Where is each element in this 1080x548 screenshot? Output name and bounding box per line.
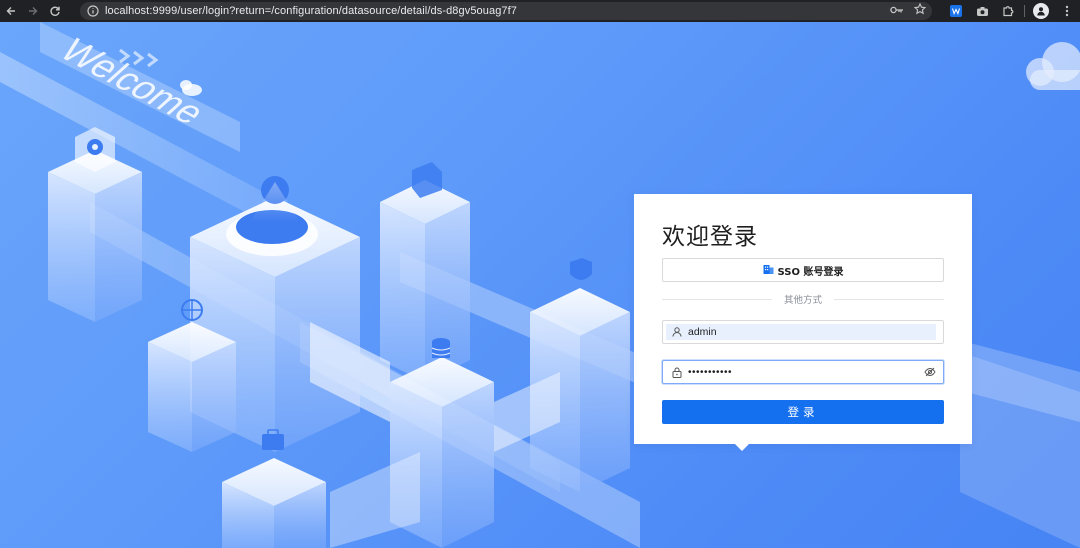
camera-icon[interactable] bbox=[969, 0, 995, 22]
extension-w-icon[interactable] bbox=[943, 0, 969, 22]
password-key-icon[interactable] bbox=[890, 2, 904, 20]
address-bar[interactable]: localhost:9999/user/login?return=/config… bbox=[80, 2, 932, 20]
user-icon bbox=[669, 327, 685, 337]
login-card: 欢迎登录 SSO 账号登录 其他方式 admin ••••••••••• 登录 bbox=[634, 194, 972, 451]
login-submit-label: 登录 bbox=[787, 405, 819, 419]
divider-text: 其他方式 bbox=[784, 295, 823, 306]
forward-icon[interactable] bbox=[22, 0, 44, 22]
bookmark-star-icon[interactable] bbox=[913, 2, 927, 20]
site-info-icon[interactable] bbox=[85, 3, 101, 19]
sso-login-button[interactable]: SSO 账号登录 bbox=[662, 258, 944, 282]
sso-login-label: SSO 账号登录 bbox=[777, 266, 844, 278]
username-input[interactable]: admin bbox=[688, 326, 717, 338]
browser-toolbar: localhost:9999/user/login?return=/config… bbox=[0, 0, 1080, 22]
username-field[interactable]: admin bbox=[662, 320, 944, 344]
password-field[interactable]: ••••••••••• bbox=[662, 360, 944, 384]
url-text: localhost:9999/user/login?return=/config… bbox=[105, 5, 518, 17]
extensions-puzzle-icon[interactable] bbox=[995, 0, 1021, 22]
toolbar-separator bbox=[1024, 5, 1025, 17]
other-methods-divider: 其他方式 bbox=[662, 292, 945, 306]
profile-icon[interactable] bbox=[1028, 0, 1054, 22]
reload-icon[interactable] bbox=[44, 0, 66, 22]
login-submit-button[interactable]: 登录 bbox=[662, 400, 944, 424]
eye-hidden-icon[interactable] bbox=[923, 366, 937, 378]
login-page: Welcome 欢迎登录 SSO 账号登录 其他方式 admin •••••••… bbox=[0, 22, 1080, 548]
menu-dots-icon[interactable] bbox=[1054, 0, 1080, 22]
lock-icon bbox=[669, 367, 685, 378]
login-title: 欢迎登录 bbox=[662, 224, 758, 250]
back-icon[interactable] bbox=[0, 0, 22, 22]
card-pointer bbox=[735, 444, 749, 451]
building-icon bbox=[763, 261, 774, 279]
password-input[interactable]: ••••••••••• bbox=[688, 367, 732, 378]
